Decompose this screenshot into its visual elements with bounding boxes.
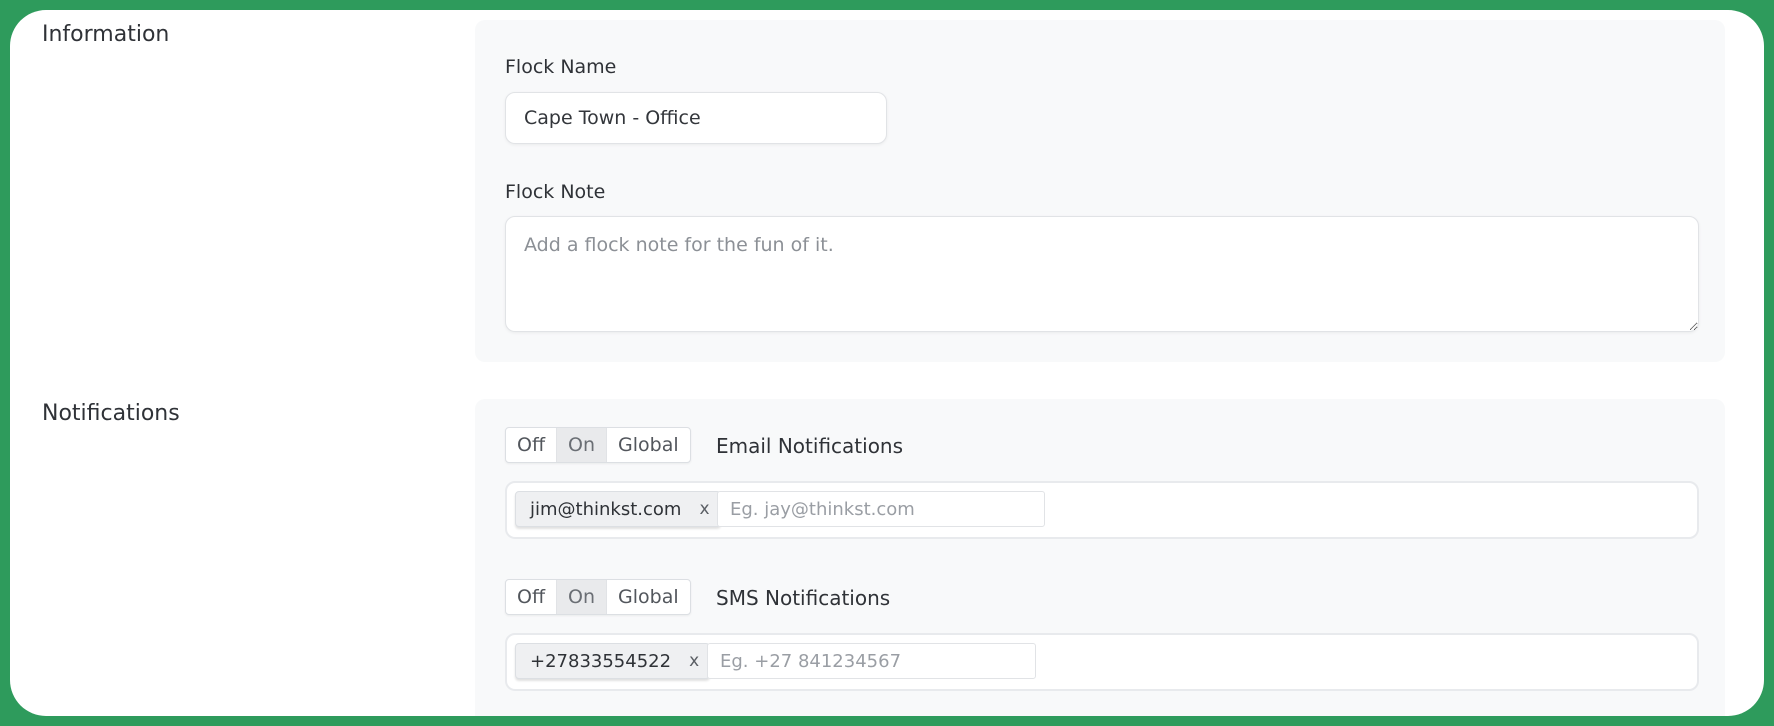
sms-tag-input[interactable] — [707, 643, 1036, 679]
email-toggle-off[interactable]: Off — [506, 428, 558, 462]
sms-tag-chip: +27833554522 x — [515, 643, 711, 679]
settings-frame: Information Flock Name Flock Note Notifi… — [10, 10, 1764, 716]
flock-name-input[interactable] — [505, 92, 887, 144]
sms-tag-text: +27833554522 — [530, 650, 672, 672]
flock-note-label: Flock Note — [505, 181, 606, 203]
email-tag-chip: jim@thinkst.com x — [515, 491, 721, 527]
sms-tag-box: +27833554522 x — [505, 633, 1699, 691]
flock-note-textarea[interactable] — [505, 216, 1699, 332]
email-tag-box: jim@thinkst.com x — [505, 481, 1699, 539]
flock-name-label: Flock Name — [505, 56, 617, 78]
email-tag-text: jim@thinkst.com — [530, 498, 682, 520]
information-panel: Flock Name Flock Note — [475, 20, 1725, 362]
email-notifications-label: Email Notifications — [716, 434, 904, 458]
information-section-title: Information — [42, 22, 170, 47]
remove-sms-tag-icon[interactable]: x — [689, 651, 699, 671]
sms-notifications-label: SMS Notifications — [716, 586, 891, 610]
notifications-section-title: Notifications — [42, 401, 180, 426]
email-toggle-on[interactable]: On — [557, 428, 608, 462]
sms-toggle-off[interactable]: Off — [506, 580, 558, 614]
email-notifications-toggle: Off On Global — [505, 427, 691, 463]
email-toggle-global[interactable]: Global — [607, 428, 690, 462]
notifications-panel: Off On Global Email Notifications jim@th… — [475, 399, 1725, 716]
sms-notifications-toggle: Off On Global — [505, 579, 691, 615]
remove-email-tag-icon[interactable]: x — [699, 499, 709, 519]
email-tag-input[interactable] — [717, 491, 1045, 527]
sms-toggle-global[interactable]: Global — [607, 580, 690, 614]
sms-toggle-on[interactable]: On — [557, 580, 608, 614]
